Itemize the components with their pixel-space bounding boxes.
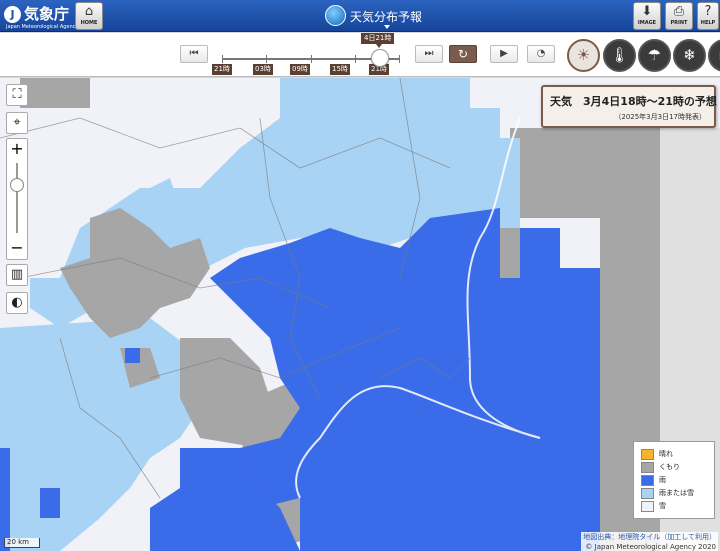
time-tick-label[interactable]: 15時	[330, 64, 350, 75]
zoom-slider-track[interactable]	[16, 163, 18, 233]
time-tick-label[interactable]: 21時	[212, 64, 232, 75]
app-header: J 気象庁 Japan Meteorological Agency ⌂ HOME…	[0, 0, 720, 32]
issued-time: （2025年3月3日17時発表）	[614, 113, 706, 121]
weather-map[interactable]: ⛶ ⌖ + − ▥ ◐ 天気 3月4日18時～21時の予想 （2025年3月3日…	[0, 78, 720, 551]
printer-icon: ⎙	[673, 4, 685, 19]
precipitation-element-button[interactable]: ☂	[638, 39, 671, 72]
temperature-element-button[interactable]: 🌡	[603, 39, 636, 72]
rain-cloud-icon: ☂	[647, 46, 662, 64]
play-button[interactable]: ▶	[490, 45, 518, 63]
map-icon: ▥	[10, 267, 24, 282]
time-tick-label[interactable]: 03時	[253, 64, 273, 75]
location-pin-icon: ⌖	[13, 115, 21, 130]
time-tick-label[interactable]: 09時	[290, 64, 310, 75]
weather-element-button[interactable]: ☀	[567, 39, 600, 72]
map-canvas[interactable]	[0, 78, 720, 551]
help-icon: ?	[704, 4, 712, 19]
latest-reload-button[interactable]: ↻	[449, 45, 477, 63]
snow-element-button[interactable]: ❄	[673, 39, 706, 72]
chevron-down-icon	[384, 25, 390, 29]
water-drop-icon: ◐	[11, 295, 23, 310]
forecast-info-panel: 天気 3月4日18時～21時の予想 （2025年3月3日17時発表）	[541, 85, 717, 128]
page-title-text: 天気分布予報	[350, 10, 423, 24]
legend-item: 雨	[641, 474, 714, 487]
legend-swatch-rain	[641, 475, 654, 486]
zoom-out-button[interactable]: −	[7, 238, 27, 258]
copyright-text: © Japan Meteorological Agency 2020	[585, 543, 716, 551]
locate-button[interactable]: ⌖	[6, 112, 28, 134]
thermometer-icon: 🌡	[609, 46, 630, 64]
legend-label: 晴れ	[659, 450, 673, 458]
home-button[interactable]: ⌂ HOME	[75, 2, 103, 30]
tick-mark	[222, 55, 223, 63]
first-time-button[interactable]: ⏮	[180, 45, 208, 63]
tick-mark	[355, 55, 356, 63]
legend-item: 晴れ	[641, 448, 714, 461]
fullscreen-icon: ⛶	[12, 87, 22, 102]
scale-bar: 20 km	[4, 538, 40, 548]
map-attribution: 地図出典：地理院タイル（加工して利用） © Japan Meteorologic…	[581, 532, 718, 551]
tick-mark	[399, 55, 400, 63]
image-label: IMAGE	[637, 20, 657, 26]
legend-swatch-rain-or-snow	[641, 488, 654, 499]
home-label: HOME	[80, 20, 98, 26]
zoom-control: + −	[6, 138, 28, 260]
help-label: HELP	[700, 20, 716, 26]
time-slider-handle[interactable]	[371, 49, 389, 67]
legend-swatch-sunny	[641, 449, 654, 460]
legend-swatch-snow	[641, 501, 654, 512]
legend-label: 雪	[659, 502, 666, 510]
logo-subtitle: Japan Meteorological Agency	[6, 24, 79, 30]
zoom-slider-handle[interactable]	[10, 178, 24, 192]
jma-logo[interactable]: J 気象庁 Japan Meteorological Agency	[4, 4, 78, 30]
tile-attribution-link[interactable]: 地図出典：地理院タイル（加工して利用）	[583, 532, 716, 542]
opacity-button[interactable]: ◐	[6, 292, 28, 314]
print-label: PRINT	[670, 20, 688, 26]
forecast-title: 天気 3月4日18時～21時の予想	[550, 95, 717, 108]
logo-name: 気象庁	[24, 5, 70, 23]
current-time-caret	[376, 44, 382, 48]
weather-icon: ☀	[576, 46, 591, 64]
snow-cloud-icon: ❄	[683, 46, 696, 64]
legend-swatch-cloudy	[641, 462, 654, 473]
last-time-button[interactable]: ⏭	[415, 45, 443, 63]
image-button[interactable]: ⬇ IMAGE	[633, 2, 661, 30]
current-time-label: 4日21時	[361, 33, 395, 44]
legend-label: 雨または雪	[659, 489, 694, 497]
jma-mark-icon: J	[4, 6, 21, 23]
download-icon: ⬇	[641, 4, 653, 19]
speed-button[interactable]: ◔	[527, 45, 555, 63]
tick-mark	[266, 55, 267, 63]
zoom-in-button[interactable]: +	[7, 139, 27, 159]
legend-label: 雨	[659, 476, 666, 484]
tick-mark	[311, 55, 312, 63]
legend: 晴れ くもり 雨 雨または雪 雪	[633, 441, 715, 519]
time-toolbar: ⏮ 4日21時 21時 03時 09時 15時 21時 ⏭ ↻ ▶ ◔ ☀ 🌡 …	[0, 33, 720, 77]
more-element-button[interactable]: ≋	[708, 39, 720, 72]
fullscreen-button[interactable]: ⛶	[6, 84, 28, 106]
home-icon: ⌂	[84, 4, 94, 19]
legend-label: くもり	[659, 463, 680, 471]
print-button[interactable]: ⎙ PRINT	[665, 2, 693, 30]
legend-item: 雪	[641, 500, 714, 513]
map-layer-button[interactable]: ▥	[6, 264, 28, 286]
forecast-globe-icon	[325, 5, 346, 26]
legend-item: くもり	[641, 461, 714, 474]
help-button[interactable]: ? HELP	[697, 2, 719, 30]
legend-item: 雨または雪	[641, 487, 714, 500]
